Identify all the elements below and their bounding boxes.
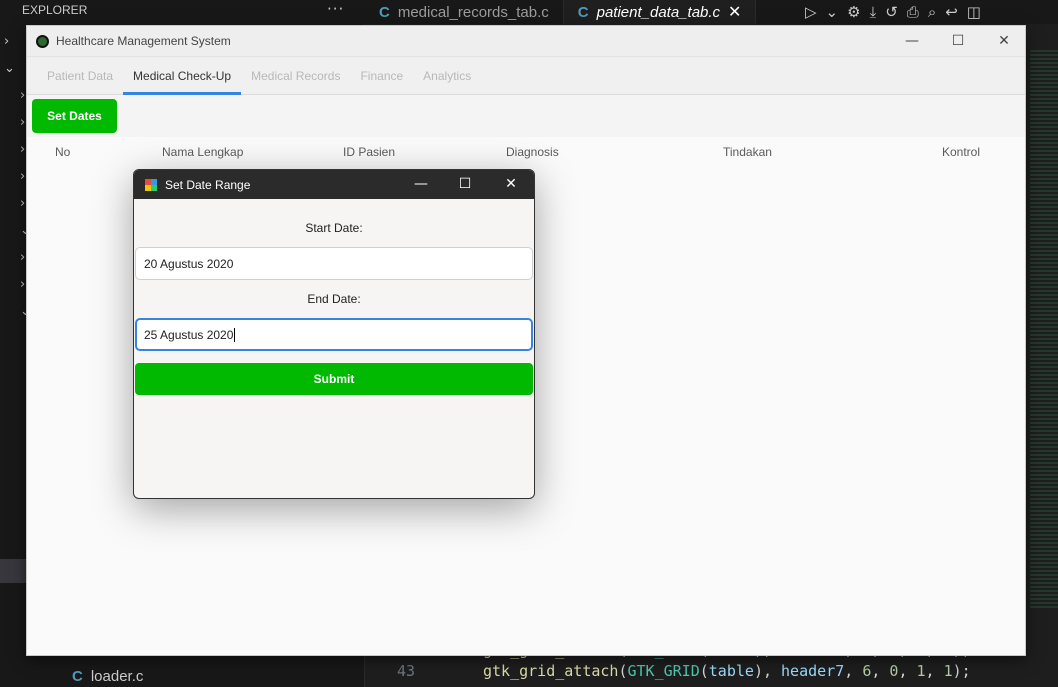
tab-label: medical_records_tab.c [397,3,549,21]
maximize-button[interactable]: ☐ [445,173,485,195]
chevron-right-icon[interactable]: › [4,34,9,49]
chevron-down-icon[interactable]: ⌄ [826,3,839,21]
tab-finance[interactable]: Finance [350,57,413,95]
tab-label: Finance [360,69,404,83]
chevron-down-icon[interactable]: ⌄ [4,61,15,76]
editor-tabs: C medical_records_tab.c C patient_data_t… [365,0,757,24]
explorer-more-button[interactable]: ··· [327,0,344,18]
tab-label: Medical Check-Up [133,69,232,83]
submit-button[interactable]: Submit [135,363,533,395]
gear-icon[interactable]: ⚙ [847,3,860,21]
toolbar: Set Dates [27,95,1025,137]
tab-label: Analytics [423,69,472,83]
history-icon[interactable]: ↺ [885,3,898,21]
tab-medical-records-file[interactable]: C medical_records_tab.c [365,0,564,24]
close-icon[interactable]: ✕ [728,2,741,22]
close-button[interactable]: ✕ [491,173,531,195]
chevron-right-icon[interactable]: › [20,250,25,265]
chevron-right-icon[interactable]: › [20,169,25,184]
download-icon[interactable]: ⤓ [870,3,877,21]
chevron-right-icon[interactable]: › [20,142,25,157]
selected-tree-row[interactable] [0,559,26,583]
minimize-button[interactable]: — [401,173,441,195]
app-logo-icon [36,34,49,48]
tab-analytics[interactable]: Analytics [413,57,481,95]
set-dates-button[interactable]: Set Dates [32,99,117,133]
end-date-input[interactable]: 25 Agustus 2020 [135,318,533,351]
editor-actions: ▷ ⌄ ⚙ ⤓ ↺ ⎙ ⌕ ↩ ◫ [805,0,981,24]
close-button[interactable]: ✕ [981,30,1027,52]
line-number: 43 [396,662,415,680]
app-title: Healthcare Management System [56,34,231,48]
tab-patient-data[interactable]: Patient Data [37,57,123,95]
tab-patient-data-file[interactable]: C patient_data_tab.c ✕ [563,0,757,24]
tab-medical-check-up[interactable]: Medical Check-Up [123,57,242,95]
c-file-icon: C [577,3,589,21]
tab-label: patient_data_tab.c [596,3,721,21]
main-tabs: Patient Data Medical Check-Up Medical Re… [27,57,1025,95]
end-date-label: End Date: [307,292,361,306]
layout-icon[interactable]: ◫ [967,3,981,21]
file-tree-item[interactable]: C loader.c [72,668,143,685]
chevron-right-icon[interactable]: › [20,196,25,211]
column-header-no: No [55,145,71,159]
start-date-input[interactable]: 20 Agustus 2020 [135,247,533,280]
back-icon[interactable]: ↩ [945,3,958,21]
c-file-icon: C [379,3,390,21]
c-file-icon: C [72,668,83,685]
chevron-right-icon[interactable]: › [20,277,25,292]
print-icon[interactable]: ⎙ [907,3,919,21]
tab-medical-records[interactable]: Medical Records [241,57,350,95]
column-header-tindakan: Tindakan [723,145,772,159]
explorer-title: EXPLORER [22,3,88,17]
minimap[interactable] [1030,50,1058,610]
column-header-id-pasien: ID Pasien [343,145,396,159]
text-caret [234,327,236,342]
minimize-button[interactable]: — [889,30,935,52]
search-icon[interactable]: ⌕ [928,3,936,21]
start-date-label: Start Date: [305,221,363,235]
maximize-button[interactable]: ☐ [935,30,981,52]
chevron-right-icon[interactable]: › [20,115,25,130]
chevron-right-icon[interactable]: › [20,88,25,103]
start-date-value: 20 Agustus 2020 [144,256,234,271]
table-header: No Nama Lengkap ID Pasien Diagnosis Tind… [27,137,1025,167]
file-name: loader.c [90,668,144,685]
column-header-diagnosis: Diagnosis [506,145,559,159]
run-debug-icon[interactable]: ▷ [805,3,817,21]
set-date-range-dialog: Set Date Range — ☐ ✕ Start Date: 20 Agus… [133,169,535,499]
tab-label: Patient Data [47,69,114,83]
column-header-kontrol: Kontrol [942,145,981,159]
app-titlebar[interactable]: Healthcare Management System — ☐ ✕ [27,26,1025,57]
app-icon [145,178,157,191]
column-header-nama-lengkap: Nama Lengkap [162,145,244,159]
dialog-title: Set Date Range [165,177,251,192]
tab-label: Medical Records [251,69,341,83]
dialog-titlebar[interactable]: Set Date Range — ☐ ✕ [134,170,534,199]
end-date-value: 25 Agustus 2020 [144,327,234,342]
